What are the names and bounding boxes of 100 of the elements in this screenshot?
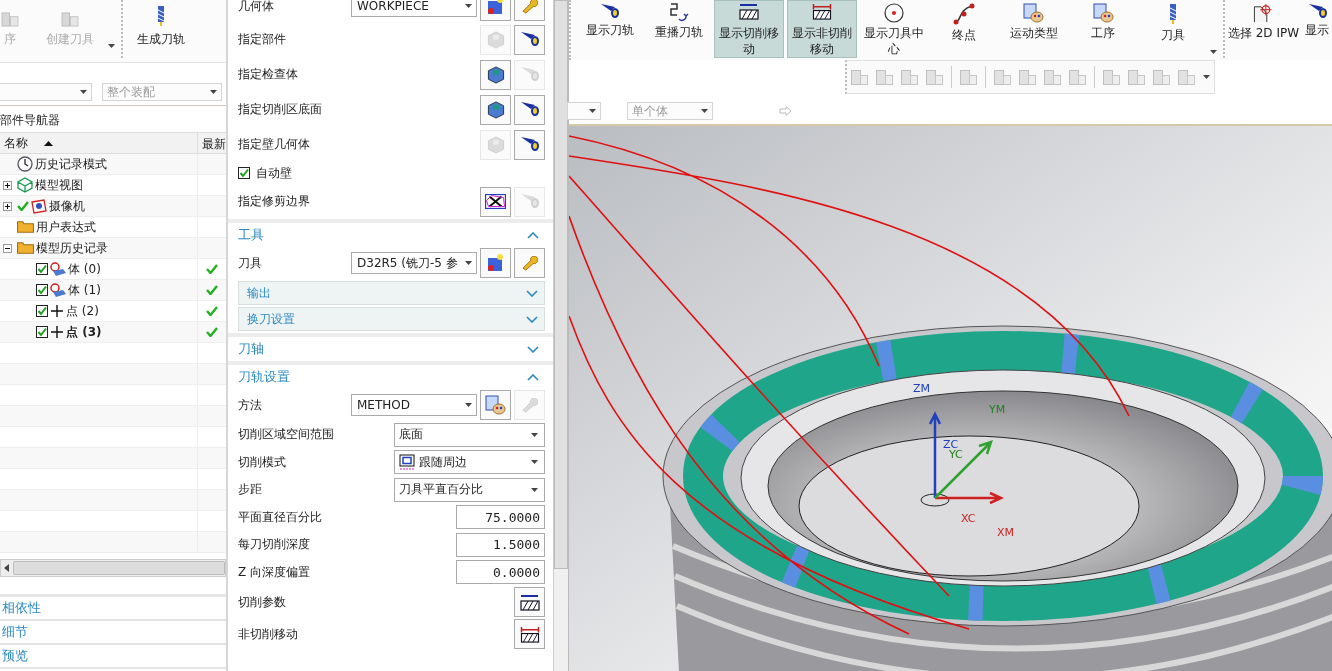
flashlight-icon	[520, 66, 539, 83]
caret-icon[interactable]	[531, 460, 538, 465]
column-header[interactable]: 最新	[197, 133, 226, 153]
tree-item[interactable]: 摄像机	[49, 197, 85, 215]
chevron-icon[interactable]	[527, 373, 539, 381]
field-label: 指定切削区底面	[238, 101, 323, 118]
expand-toggle[interactable]	[3, 180, 12, 190]
check-icon[interactable]	[17, 201, 29, 211]
block-icon	[486, 65, 505, 84]
dropdown[interactable]: D32R5 (铣刀-5 参	[351, 252, 477, 274]
axis-label: YM	[989, 403, 1006, 416]
checkbox[interactable]	[36, 326, 48, 338]
icon-button[interactable]	[514, 619, 545, 649]
chevron-icon[interactable]	[526, 315, 538, 323]
end-mill-icon	[1169, 3, 1178, 25]
horizontal-scrollbar[interactable]	[0, 559, 226, 577]
expand-toggle[interactable]	[3, 243, 12, 253]
icon-button[interactable]	[514, 587, 545, 617]
wrench-icon	[521, 0, 538, 14]
toolbar-button[interactable]: 工序	[1068, 0, 1139, 58]
subsection-header[interactable]: 输出	[238, 281, 545, 305]
body-icon	[50, 261, 66, 277]
chevron-icon[interactable]	[526, 289, 538, 297]
subsection-header[interactable]: 换刀设置	[238, 307, 545, 331]
field-label: 几何体	[238, 0, 275, 15]
checkbox[interactable]	[36, 263, 48, 275]
field-label: 刀具	[238, 254, 263, 272]
icon-button[interactable]	[514, 24, 545, 55]
pattern-icon	[399, 454, 415, 471]
icon-button[interactable]	[514, 129, 545, 160]
icon-button[interactable]	[480, 186, 511, 217]
toolbar-button[interactable]: 刀具	[1138, 0, 1208, 58]
caret-icon[interactable]	[465, 403, 472, 407]
checkbox-label: 自动壁	[256, 164, 292, 182]
palette-icon	[1023, 3, 1045, 23]
scroll-arrow-icon[interactable]	[4, 564, 9, 572]
flashlight-icon	[520, 136, 539, 153]
checkbox[interactable]	[238, 167, 250, 179]
column-header[interactable]: 名称	[0, 131, 32, 155]
panel-header[interactable]: 相依性	[0, 597, 226, 621]
toolbar-button[interactable]: 显示非切削移动	[786, 0, 857, 58]
toolbar-button[interactable]: 显示刀轨	[575, 0, 645, 58]
tree-item[interactable]: 用户表达式	[36, 218, 96, 236]
toolbar-button[interactable]: 运动类型	[998, 0, 1069, 58]
toolbar-button[interactable]: 选择 2D IPW	[1224, 0, 1303, 58]
dropdown[interactable]: WORKPIECE	[351, 0, 477, 17]
body-icon	[50, 282, 66, 298]
tree-item[interactable]: 模型视图	[35, 176, 83, 194]
toolbar-button[interactable]: 重播刀轨	[644, 0, 715, 58]
toolbar-button[interactable]: 显示刀具中心	[859, 0, 930, 58]
field-label: 指定修剪边界	[238, 193, 311, 210]
field-label: 平面直径百分比	[238, 508, 323, 526]
chevron-icon[interactable]	[527, 345, 539, 353]
chevron-icon[interactable]	[527, 231, 539, 239]
icon-button[interactable]	[480, 59, 511, 90]
caret-icon[interactable]	[465, 4, 472, 8]
plus-point-icon	[50, 325, 64, 339]
tree-item[interactable]: 体 (1)	[68, 281, 101, 299]
number-field[interactable]: 0.0000	[456, 560, 545, 585]
caret-icon[interactable]	[1209, 50, 1217, 54]
axis-label: ZC	[943, 438, 959, 451]
caret-icon[interactable]	[531, 432, 538, 437]
number-field[interactable]: 1.5000	[456, 532, 545, 557]
flashlight-icon	[520, 101, 539, 118]
section-header[interactable]: 工具	[238, 226, 264, 244]
crosshair-icon	[884, 3, 905, 23]
tree-item[interactable]: 点 (3)	[66, 323, 102, 341]
toolbar-button[interactable]: 生成刀轨	[131, 0, 191, 58]
section-header[interactable]: 刀轴	[238, 340, 264, 358]
caret-icon[interactable]	[108, 44, 115, 48]
toolbar-button[interactable]: 显示	[1302, 0, 1332, 58]
panel-header[interactable]: 预览	[0, 645, 226, 669]
folder-icon	[17, 242, 34, 254]
caret-icon[interactable]	[465, 261, 472, 265]
caret-icon[interactable]	[531, 487, 538, 492]
icon-button[interactable]	[480, 94, 511, 125]
block-icon	[486, 135, 505, 154]
expand-toggle[interactable]	[3, 201, 12, 211]
tree-item[interactable]: 点 (2)	[66, 302, 99, 320]
wrench-icon	[521, 397, 538, 413]
checkbox[interactable]	[36, 305, 48, 317]
dropdown[interactable]: 底面	[394, 422, 545, 447]
dropdown[interactable]: 跟随周边	[394, 450, 545, 475]
caret-icon[interactable]	[1203, 75, 1210, 79]
flashlight-icon	[520, 193, 539, 210]
dropdown[interactable]: 刀具平直百分比	[394, 477, 545, 502]
section-header[interactable]: 刀轨设置	[238, 368, 290, 386]
tool-icon	[61, 12, 79, 27]
checkbox[interactable]	[36, 284, 48, 296]
dropdown[interactable]: METHOD	[351, 394, 477, 416]
tree-item[interactable]: 体 (0)	[68, 260, 101, 278]
panel-header[interactable]: 细节	[0, 621, 226, 645]
palette-icon	[1092, 3, 1114, 23]
toolbar-button[interactable]: 终点	[929, 0, 999, 58]
toolbar-button[interactable]: 显示切削移动	[714, 0, 784, 58]
flashlight-icon	[520, 31, 539, 48]
icon-button[interactable]	[514, 94, 545, 125]
number-field[interactable]: 75.0000	[456, 505, 545, 530]
vertical-scrollbar[interactable]	[553, 0, 568, 671]
flashlight-icon	[600, 3, 620, 20]
